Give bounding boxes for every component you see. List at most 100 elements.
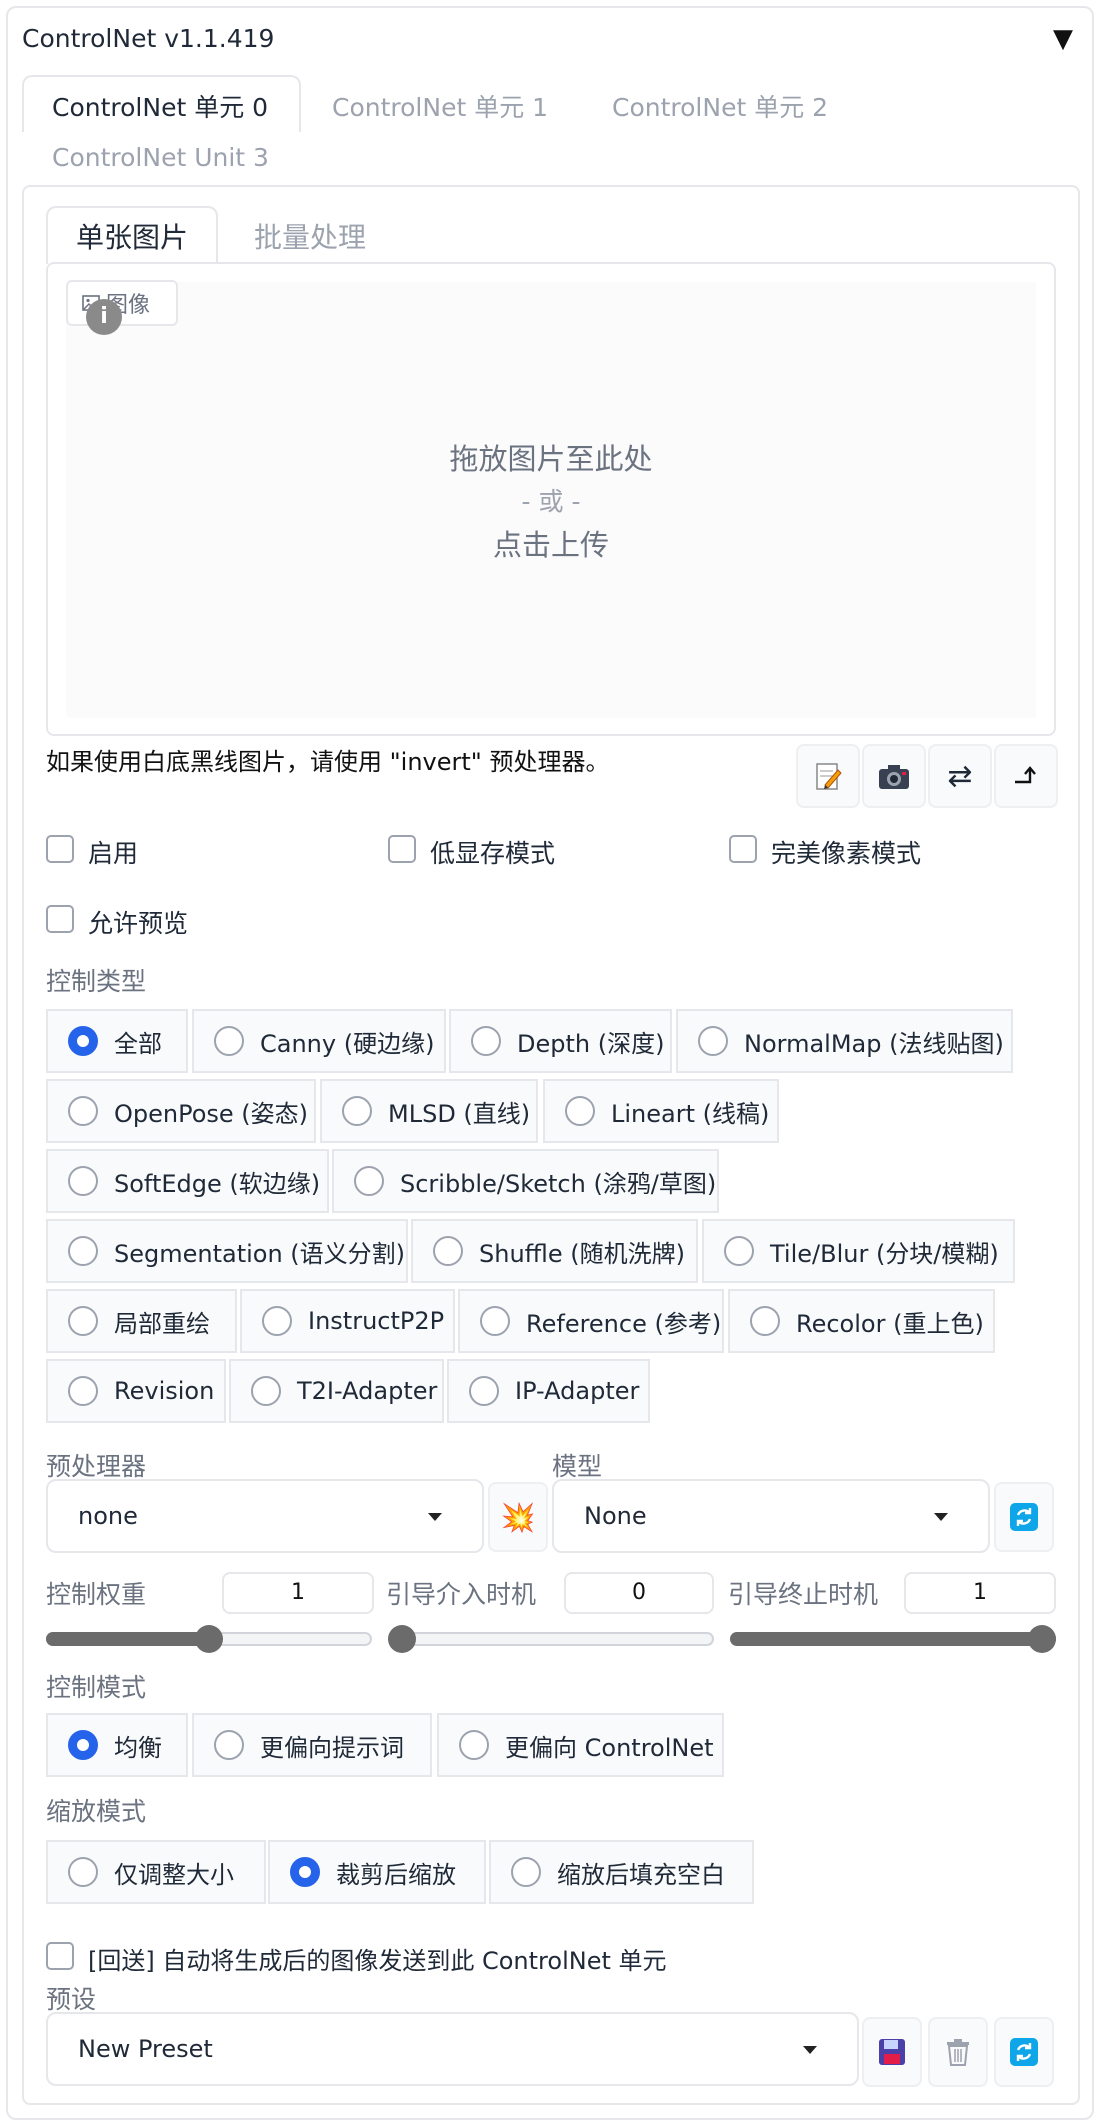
control-type-ip-adapter[interactable]: IP-Adapter: [447, 1359, 650, 1423]
radio[interactable]: [68, 1236, 98, 1266]
start-slider-track[interactable]: [388, 1632, 714, 1646]
radio[interactable]: [214, 1730, 244, 1760]
allow-preview-label[interactable]: 允许预览: [88, 904, 188, 940]
enable-checkbox[interactable]: [46, 835, 74, 863]
radio[interactable]: [565, 1096, 595, 1126]
radio[interactable]: [511, 1857, 541, 1887]
control-type-recolor[interactable]: Recolor (重上色): [728, 1289, 995, 1353]
start-slider-thumb[interactable]: [388, 1625, 416, 1653]
preset-label: 预设: [46, 1985, 97, 2014]
option-label: MLSD (直线): [388, 1099, 531, 1128]
weight-input[interactable]: 1: [222, 1572, 374, 1614]
control-type-lineart[interactable]: Lineart (线稿): [543, 1079, 779, 1143]
preprocessor-select[interactable]: none: [46, 1479, 484, 1553]
control-type-tile[interactable]: Tile/Blur (分块/模糊): [702, 1219, 1015, 1283]
collapse-icon[interactable]: ▼: [1053, 24, 1073, 54]
option-label: 更偏向提示词: [260, 1733, 404, 1762]
resize-mode-fill[interactable]: 缩放后填充空白: [489, 1840, 754, 1904]
drop-text-line1: 拖放图片至此处: [449, 442, 653, 476]
pixel-perfect-checkbox[interactable]: [729, 835, 757, 863]
control-type-revision[interactable]: Revision: [46, 1359, 226, 1423]
control-type-softedge[interactable]: SoftEdge (软边缘): [46, 1149, 329, 1213]
save-preset-icon[interactable]: [862, 2017, 922, 2087]
control-type-depth[interactable]: Depth (深度): [449, 1009, 672, 1073]
radio[interactable]: [214, 1026, 244, 1056]
refresh-models-icon[interactable]: [994, 1482, 1054, 1552]
control-type-canny[interactable]: Canny (硬边缘): [192, 1009, 446, 1073]
model-select[interactable]: None: [552, 1479, 990, 1553]
start-input[interactable]: 0: [564, 1572, 714, 1614]
radio[interactable]: [469, 1376, 499, 1406]
resize-mode-just-resize[interactable]: 仅调整大小: [46, 1840, 266, 1904]
radio[interactable]: [471, 1026, 501, 1056]
control-type-openpose[interactable]: OpenPose (姿态): [46, 1079, 316, 1143]
camera-icon[interactable]: [862, 744, 926, 808]
control-type-all[interactable]: 全部: [46, 1009, 188, 1073]
low-vram-checkbox[interactable]: [388, 835, 416, 863]
control-type-segmentation[interactable]: Segmentation (语义分割): [46, 1219, 408, 1283]
chevron-down-icon: [934, 1513, 948, 1521]
radio[interactable]: [750, 1306, 780, 1336]
option-label: Reference (参考): [526, 1309, 722, 1338]
radio-selected[interactable]: [290, 1857, 320, 1887]
pixel-perfect-label[interactable]: 完美像素模式: [771, 834, 921, 870]
control-type-reference[interactable]: Reference (参考): [458, 1289, 724, 1353]
start-label: 引导介入时机: [386, 1580, 537, 1609]
tab-single-image[interactable]: 单张图片: [76, 216, 188, 256]
control-type-normalmap[interactable]: NormalMap (法线贴图): [676, 1009, 1013, 1073]
panel-title[interactable]: ControlNet v1.1.419: [22, 24, 274, 53]
radio[interactable]: [698, 1026, 728, 1056]
radio[interactable]: [262, 1306, 292, 1336]
control-mode-balanced[interactable]: 均衡: [46, 1713, 188, 1777]
loopback-label[interactable]: [回送] 自动将生成后的图像发送到此 ControlNet 单元: [88, 1941, 667, 1976]
radio[interactable]: [68, 1306, 98, 1336]
enable-label[interactable]: 启用: [88, 834, 138, 870]
tab-batch[interactable]: 批量处理: [254, 216, 366, 256]
run-preprocessor-icon[interactable]: 💥: [488, 1482, 548, 1552]
radio[interactable]: [433, 1236, 463, 1266]
radio-selected[interactable]: [68, 1730, 98, 1760]
option-label: Scribble/Sketch (涂鸦/草图): [400, 1169, 717, 1198]
delete-preset-icon[interactable]: [928, 2017, 988, 2087]
control-type-scribble[interactable]: Scribble/Sketch (涂鸦/草图): [332, 1149, 719, 1213]
low-vram-label[interactable]: 低显存模式: [430, 834, 555, 870]
option-label: Tile/Blur (分块/模糊): [770, 1239, 999, 1268]
allow-preview-checkbox[interactable]: [46, 905, 74, 933]
control-type-shuffle[interactable]: Shuffle (随机洗牌): [411, 1219, 698, 1283]
tab-unit-2[interactable]: ControlNet 单元 2: [612, 88, 828, 124]
control-type-inpaint[interactable]: 局部重绘: [46, 1289, 237, 1353]
tab-unit-0[interactable]: ControlNet 单元 0: [52, 88, 268, 124]
info-icon[interactable]: i: [86, 299, 122, 335]
control-type-t2i-adapter[interactable]: T2I-Adapter: [229, 1359, 444, 1423]
radio[interactable]: [354, 1166, 384, 1196]
control-mode-controlnet[interactable]: 更偏向 ControlNet: [437, 1713, 724, 1777]
tab-unit-3[interactable]: ControlNet Unit 3: [52, 143, 269, 172]
loopback-checkbox[interactable]: [46, 1942, 74, 1970]
option-label: InstructP2P: [308, 1307, 445, 1335]
refresh-presets-icon[interactable]: [994, 2017, 1054, 2087]
resize-mode-crop[interactable]: 裁剪后缩放: [268, 1840, 486, 1904]
edit-icon[interactable]: [796, 744, 860, 808]
control-type-mlsd[interactable]: MLSD (直线): [320, 1079, 538, 1143]
radio[interactable]: [68, 1376, 98, 1406]
invert-hint: 如果使用白底黑线图片，请使用 "invert" 预处理器。: [46, 748, 610, 776]
radio[interactable]: [724, 1236, 754, 1266]
radio[interactable]: [68, 1096, 98, 1126]
radio-selected[interactable]: [68, 1026, 98, 1056]
control-type-instructp2p[interactable]: InstructP2P: [240, 1289, 455, 1353]
radio[interactable]: [251, 1376, 281, 1406]
preset-select[interactable]: New Preset: [46, 2012, 859, 2086]
end-slider-thumb[interactable]: [1028, 1625, 1056, 1653]
end-input[interactable]: 1: [904, 1572, 1056, 1614]
control-mode-prompt[interactable]: 更偏向提示词: [192, 1713, 432, 1777]
radio[interactable]: [68, 1166, 98, 1196]
radio[interactable]: [68, 1857, 98, 1887]
radio[interactable]: [342, 1096, 372, 1126]
radio[interactable]: [459, 1730, 489, 1760]
send-icon[interactable]: [994, 744, 1058, 808]
swap-icon[interactable]: ⇄: [928, 744, 992, 808]
weight-slider-fill: [46, 1632, 209, 1646]
weight-slider-thumb[interactable]: [195, 1625, 223, 1653]
tab-unit-1[interactable]: ControlNet 单元 1: [332, 88, 548, 124]
radio[interactable]: [480, 1306, 510, 1336]
